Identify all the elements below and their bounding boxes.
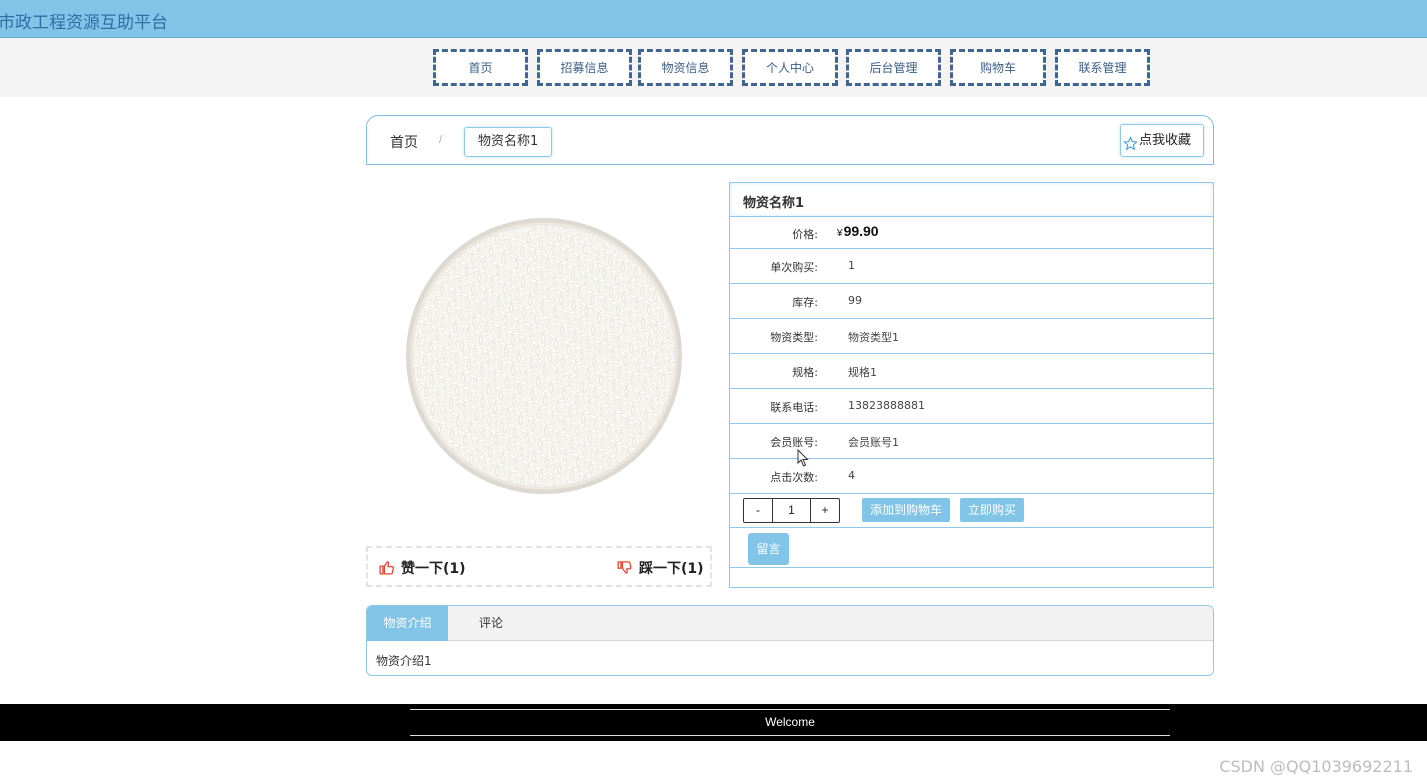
field-label: 单次购买: <box>770 261 818 274</box>
tab-content: 物资介绍1 <box>376 654 432 668</box>
quantity-minus-button[interactable]: - <box>744 499 772 522</box>
field-label: 规格: <box>792 366 818 379</box>
like-label: 赞一下(1) <box>401 561 466 577</box>
nav-item-admin[interactable]: 后台管理 <box>846 49 941 86</box>
star-icon <box>1123 132 1138 163</box>
site-title: 市政工程资源互助平台 <box>0 13 168 33</box>
info-row-single-purchase: 单次购买: 1 <box>730 249 1213 284</box>
message-button[interactable]: 留言 <box>748 533 789 565</box>
field-value: 99 <box>848 294 862 307</box>
field-value: 物资类型1 <box>848 331 899 344</box>
price-amount: 99.90 <box>843 223 879 239</box>
detail-tabs: 物资介绍 评论 物资介绍1 <box>366 605 1214 676</box>
field-label: 联系电话: <box>770 401 818 414</box>
breadcrumb: 首页 / 物资名称1 点我收藏 <box>366 115 1214 165</box>
dislike-button[interactable]: 踩一下(1) <box>616 558 704 578</box>
info-row-actions: - 1 + 添加到购物车 立即购买 <box>730 494 1213 528</box>
quantity-input[interactable]: 1 <box>772 499 811 522</box>
footer-divider <box>410 709 1170 710</box>
quantity-plus-button[interactable]: + <box>811 499 839 522</box>
info-row-phone: 联系电话: 13823888881 <box>730 389 1213 424</box>
quantity-stepper: - 1 + <box>743 498 840 523</box>
favorite-button[interactable]: 点我收藏 <box>1120 124 1204 157</box>
footer: Welcome <box>0 704 1427 741</box>
favorite-label: 点我收藏 <box>1139 133 1192 148</box>
field-value: 规格1 <box>848 366 877 379</box>
dislike-label: 踩一下(1) <box>639 561 704 577</box>
thumbs-up-icon <box>379 561 395 575</box>
info-row-spec: 规格: 规格1 <box>730 354 1213 389</box>
breadcrumb-home[interactable]: 首页 <box>390 132 418 152</box>
price-label: 价格: <box>792 228 818 241</box>
tab-comments[interactable]: 评论 <box>459 606 523 641</box>
info-row-message: 留言 <box>730 528 1213 568</box>
watermark: CSDN @QQ1039692211 <box>1219 757 1413 776</box>
nav-item-cart[interactable]: 购物车 <box>950 49 1046 86</box>
breadcrumb-current: 物资名称1 <box>464 127 553 157</box>
field-label: 物资类型: <box>770 331 818 344</box>
vote-box: 赞一下(1) 踩一下(1) <box>366 546 712 587</box>
product-info-table: 物资名称1 价格: ¥99.90 单次购买: 1 库存: 99 物资类型: 物资… <box>729 182 1214 588</box>
info-row-price: 价格: ¥99.90 <box>730 217 1213 249</box>
field-label: 库存: <box>792 296 818 309</box>
mouse-cursor-icon <box>797 448 809 472</box>
field-value: 1 <box>848 259 855 272</box>
info-row-type: 物资类型: 物资类型1 <box>730 319 1213 354</box>
info-row-stock: 库存: 99 <box>730 284 1213 319</box>
field-value: 13823888881 <box>848 399 925 412</box>
breadcrumb-separator: / <box>439 134 443 146</box>
nav-item-materials[interactable]: 物资信息 <box>638 49 733 86</box>
price-value: ¥99.90 <box>837 223 879 239</box>
nav-item-personal-center[interactable]: 个人中心 <box>742 49 838 86</box>
product-image <box>404 216 684 496</box>
field-label: 点击次数: <box>770 471 818 484</box>
field-value: 4 <box>848 469 855 482</box>
product-name-header: 物资名称1 <box>730 183 1213 217</box>
footer-welcome: Welcome <box>765 715 815 729</box>
product-name: 物资名称1 <box>743 196 805 211</box>
add-to-cart-button[interactable]: 添加到购物车 <box>862 498 951 522</box>
top-bar: 市政工程资源互助平台 <box>0 0 1427 38</box>
nav-item-recruitment[interactable]: 招募信息 <box>537 49 632 86</box>
nav-item-home[interactable]: 首页 <box>433 49 528 86</box>
main-nav: 首页 招募信息 物资信息 个人中心 后台管理 购物车 联系管理 <box>0 38 1427 97</box>
tab-bar: 物资介绍 评论 <box>367 606 1213 641</box>
field-value: 会员账号1 <box>848 436 899 449</box>
tab-introduction[interactable]: 物资介绍 <box>367 606 448 641</box>
nav-item-contact[interactable]: 联系管理 <box>1055 49 1150 86</box>
buy-now-button[interactable]: 立即购买 <box>960 498 1025 522</box>
footer-divider <box>410 735 1170 736</box>
thumbs-down-icon <box>617 561 632 574</box>
like-button[interactable]: 赞一下(1) <box>378 558 466 578</box>
currency-symbol: ¥ <box>837 228 843 239</box>
field-label: 会员账号: <box>770 436 818 449</box>
